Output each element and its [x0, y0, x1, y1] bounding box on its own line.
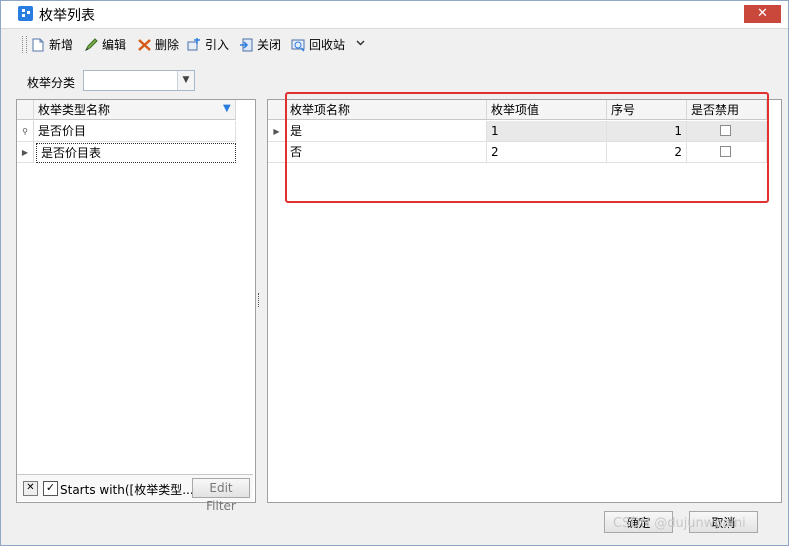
chevron-down-icon[interactable]: ▼ [177, 71, 194, 90]
edit-filter-button[interactable]: Edit Filter [192, 478, 250, 513]
current-row-arrow-icon: ▶ [17, 142, 34, 163]
edit-button[interactable]: 编辑 [84, 37, 126, 53]
edit-label: 编辑 [102, 38, 127, 52]
import-button[interactable]: 引入 [187, 37, 229, 53]
row-indicator [268, 142, 286, 163]
title-bar: 枚举列表 ✕ [1, 1, 788, 29]
list-item[interactable]: 是否价目 [34, 121, 236, 142]
new-document-icon [31, 38, 46, 52]
import-label: 引入 [205, 38, 230, 52]
type-name-column-header[interactable]: 枚举类型名称 [34, 100, 236, 120]
filter-expression: Starts with([枚举类型... [60, 483, 192, 497]
highlight-annotation [285, 92, 769, 203]
close-tool-button[interactable]: 关闭 [239, 37, 281, 53]
list-item[interactable]: 是否价目表 [36, 143, 236, 163]
current-row-arrow-icon: ▶ [268, 121, 286, 142]
filter-row-indicator-icon: ⚲ [17, 121, 34, 142]
pencil-icon [84, 37, 99, 52]
window-title: 枚举列表 [39, 8, 95, 24]
toolbar: 新增 编辑 删除 引入 关闭 回收站 [1, 29, 788, 59]
close-tool-label: 关闭 [257, 38, 282, 52]
filter-funnel-icon[interactable]: ▼ [223, 103, 231, 114]
delete-x-icon [137, 38, 152, 52]
row-indicator-header [17, 100, 34, 120]
recycle-bin-icon [291, 38, 306, 52]
new-label: 新增 [49, 38, 74, 52]
enum-type-panel: 枚举类型名称 ▼ ⚲ 是否价目 ▶ 是否价目表 ✕ ✓ Starts with(… [16, 99, 256, 513]
filter-panel: ✕ ✓ Starts with([枚举类型... Edit Filter [17, 474, 253, 513]
recycle-bin-label: 回收站 [309, 38, 346, 52]
delete-button[interactable]: 删除 [137, 37, 179, 53]
type-name-header-label: 枚举类型名称 [38, 103, 111, 117]
app-icon [18, 6, 33, 21]
chevron-down-icon [356, 38, 365, 52]
toolbar-more-button[interactable] [356, 37, 365, 53]
import-icon [187, 37, 202, 52]
recycle-bin-button[interactable]: 回收站 [291, 37, 345, 53]
new-button[interactable]: 新增 [31, 37, 73, 53]
enum-list-dialog: 枚举列表 ✕ 新增 编辑 删除 引入 关闭 回收站 枚举分类 ▼ 枚举类型名称 … [0, 0, 789, 546]
category-filter-select[interactable]: ▼ [83, 70, 195, 91]
close-button[interactable]: ✕ [744, 5, 781, 23]
watermark: CSDN @dujunwoaini [613, 516, 746, 531]
category-filter-label: 枚举分类 [27, 76, 76, 90]
filter-enabled-checkbox[interactable]: ✓ [43, 481, 58, 496]
toolbar-grip[interactable] [22, 36, 27, 53]
splitter-handle[interactable] [258, 293, 262, 307]
close-door-icon [239, 38, 254, 52]
clear-filter-icon[interactable]: ✕ [23, 481, 38, 496]
row-indicator-header [268, 100, 286, 120]
delete-label: 删除 [155, 38, 180, 52]
